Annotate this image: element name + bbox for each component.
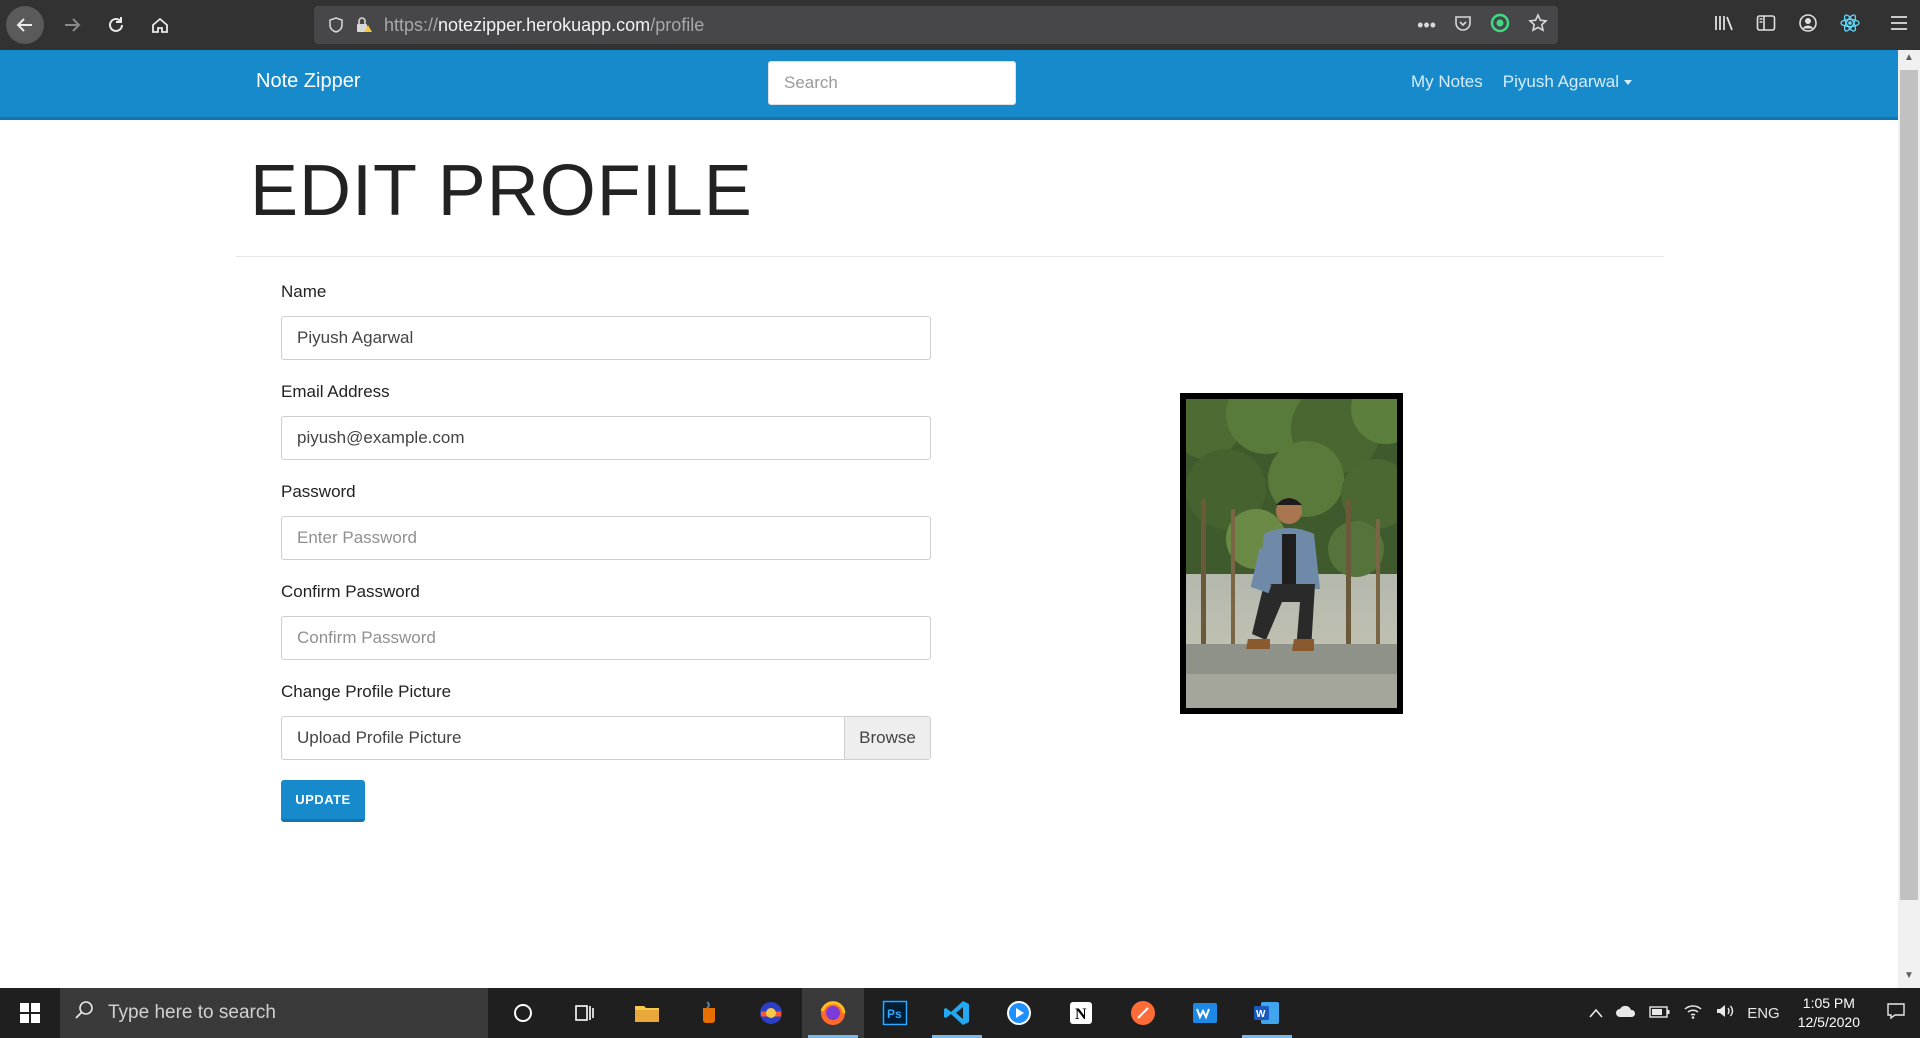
whiteboard-icon (1193, 1003, 1217, 1023)
home-button[interactable] (140, 5, 180, 45)
name-label: Name (281, 282, 327, 301)
scroll-down-icon[interactable]: ▼ (1900, 970, 1918, 986)
name-field[interactable] (281, 316, 931, 360)
update-button[interactable]: UPDATE (281, 780, 365, 822)
home-icon (152, 17, 168, 33)
vscode-icon (944, 1001, 969, 1025)
menu-icon[interactable] (1890, 15, 1908, 36)
insecure-lock-icon[interactable] (350, 16, 378, 34)
profile-photo (1186, 399, 1397, 708)
scroll-up-icon[interactable]: ▲ (1900, 52, 1918, 68)
cortana-icon (514, 1004, 532, 1022)
word-app[interactable]: W (1236, 988, 1298, 1038)
battery-icon[interactable] (1649, 1005, 1671, 1022)
profile-picture-label: Change Profile Picture (281, 682, 452, 701)
user-name: Piyush Agarwal (1502, 72, 1619, 91)
bookmark-star-icon[interactable] (1528, 12, 1548, 38)
user-dropdown[interactable]: Piyush Agarwal (1503, 72, 1632, 92)
browser-toolbar: https://notezipper.herokuapp.com/profile… (0, 0, 1920, 50)
notification-icon[interactable] (1886, 1002, 1906, 1024)
taskbar-search-placeholder: Type here to search (108, 1002, 276, 1023)
chevron-up-icon[interactable] (1589, 1005, 1603, 1022)
shield-icon[interactable] (322, 17, 350, 33)
clock-time: 1:05 PM (1802, 995, 1855, 1011)
title-divider (236, 256, 1664, 257)
pocket-icon[interactable] (1454, 14, 1472, 37)
email-label: Email Address (281, 382, 390, 401)
reload-button[interactable] (96, 5, 136, 45)
sidebar-icon[interactable] (1756, 14, 1776, 37)
url-bar[interactable]: https://notezipper.herokuapp.com/profile… (314, 6, 1558, 44)
taskbar-search[interactable]: Type here to search (60, 988, 488, 1038)
media-player-app[interactable] (988, 988, 1050, 1038)
search-icon (74, 1000, 94, 1026)
reload-icon (109, 17, 123, 32)
forward-button[interactable] (52, 5, 92, 45)
account-icon[interactable] (1798, 13, 1818, 38)
page-title: EDIT PROFILE (250, 151, 753, 231)
scrollbar-thumb[interactable] (1900, 70, 1918, 900)
profile-picture-placeholder[interactable]: Upload Profile Picture (282, 717, 844, 759)
browser-app-icon (760, 1002, 782, 1024)
system-clock[interactable]: 1:05 PM 12/5/2020 (1798, 994, 1860, 1032)
whiteboard-app[interactable] (1174, 988, 1236, 1038)
extension-target-icon[interactable] (1490, 13, 1510, 38)
password-label: Password (281, 482, 356, 501)
browse-button[interactable]: Browse (844, 717, 930, 759)
library-icon[interactable] (1714, 14, 1734, 37)
folder-icon (635, 1006, 659, 1022)
arrow-right-icon (65, 18, 81, 32)
file-explorer-app[interactable] (616, 988, 678, 1038)
caret-down-icon (1624, 80, 1632, 86)
password-field[interactable] (281, 516, 931, 560)
java-icon (703, 1001, 715, 1023)
back-button[interactable] (6, 6, 44, 44)
edit-profile-form: Name Email Address Password Confirm Pass… (281, 282, 931, 822)
firefox-app[interactable] (802, 988, 864, 1038)
task-view-icon (575, 1005, 594, 1021)
volume-icon[interactable] (1715, 1003, 1735, 1023)
confirm-password-label: Confirm Password (281, 582, 420, 601)
postman-app[interactable] (1112, 988, 1174, 1038)
clock-date: 12/5/2020 (1797, 1014, 1860, 1030)
react-devtools-icon[interactable] (1840, 13, 1860, 38)
java-app[interactable] (678, 988, 740, 1038)
brand-link[interactable]: Note Zipper (256, 70, 361, 93)
app-navbar: Note Zipper My Notes Piyush Agarwal (0, 50, 1898, 120)
url-text[interactable]: https://notezipper.herokuapp.com/profile (384, 15, 704, 36)
onedrive-icon[interactable] (1615, 1004, 1637, 1022)
start-button[interactable] (0, 988, 60, 1038)
cortana-button[interactable] (492, 988, 554, 1038)
photoshop-app[interactable]: Ps (864, 988, 926, 1038)
system-tray: ENG 1:05 PM 12/5/2020 (1589, 988, 1920, 1038)
photoshop-icon: Ps (882, 1000, 908, 1026)
firefox-icon (820, 1001, 846, 1025)
email-field[interactable] (281, 416, 931, 460)
browser-app[interactable] (740, 988, 802, 1038)
postman-icon (1131, 1001, 1155, 1025)
windows-taskbar: Type here to search Ps N W ENG 1:05 PM 1… (0, 988, 1920, 1038)
notion-icon: N (1070, 1002, 1092, 1024)
more-actions-icon[interactable]: ••• (1417, 15, 1436, 36)
word-icon: W (1254, 1002, 1279, 1024)
vscode-app[interactable] (926, 988, 988, 1038)
windows-logo-icon (20, 1003, 40, 1023)
arrow-left-icon (16, 18, 32, 32)
confirm-password-field[interactable] (281, 616, 931, 660)
play-icon (1007, 1001, 1031, 1025)
input-language[interactable]: ENG (1747, 1005, 1780, 1022)
my-notes-link[interactable]: My Notes (1411, 72, 1483, 92)
profile-picture-input[interactable]: Upload Profile Picture Browse (281, 716, 931, 760)
svg-text:N: N (1075, 1006, 1087, 1023)
wifi-icon[interactable] (1683, 1003, 1703, 1023)
profile-picture (1180, 393, 1403, 714)
search-input[interactable] (768, 61, 1016, 105)
svg-text:W: W (1256, 1009, 1266, 1020)
notion-app[interactable]: N (1050, 988, 1112, 1038)
svg-text:Ps: Ps (887, 1007, 902, 1021)
task-view-button[interactable] (554, 988, 616, 1038)
